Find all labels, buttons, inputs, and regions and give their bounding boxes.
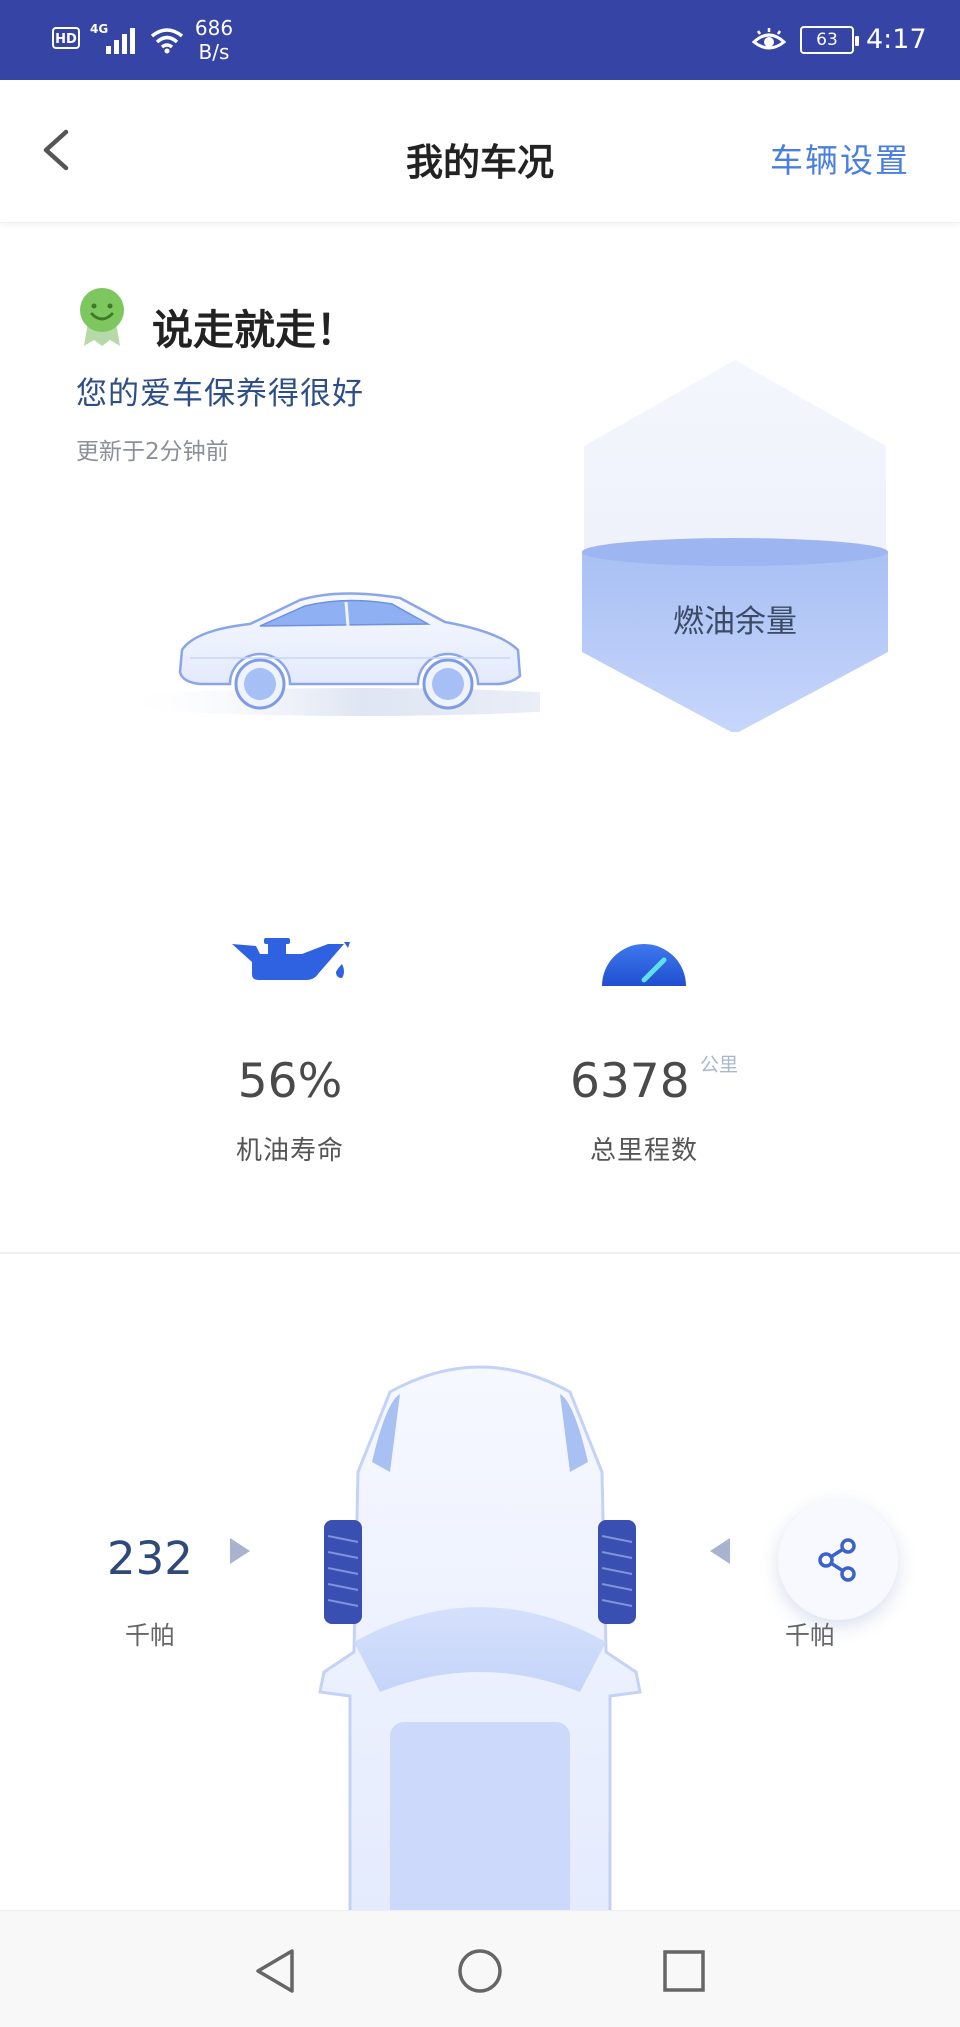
mileage-unit: 公里 [700, 1054, 739, 1076]
wifi-icon [150, 28, 184, 54]
front-right-tire-unit: 千帕 [784, 1621, 835, 1650]
update-time: 更新于2分钟前 [76, 439, 229, 465]
page-title: 我的车况 [406, 141, 554, 184]
front-left-tire-pressure: 232 [107, 1532, 193, 1585]
network-speed: 686 B/s [194, 16, 234, 64]
status-subtitle: 您的爱车保养得很好 [76, 376, 364, 412]
share-icon [818, 1538, 856, 1582]
share-button[interactable] [778, 1500, 898, 1620]
section-divider [0, 1252, 960, 1254]
car-side-illustration [110, 592, 540, 716]
nav-home-icon[interactable] [456, 1947, 504, 1995]
hd-indicator: HD [52, 27, 80, 49]
oil-life-value: 56% [237, 1054, 343, 1109]
clock: 4:17 [866, 24, 927, 55]
speedometer-icon [602, 944, 686, 986]
chevron-left-icon[interactable] [28, 120, 88, 180]
front-left-tire-unit: 千帕 [124, 1621, 175, 1650]
eye-comfort-icon [752, 28, 786, 50]
pointer-left-icon [710, 1538, 730, 1564]
vehicle-settings-button[interactable]: 车辆设置 [770, 134, 910, 182]
smile-badge-icon [80, 288, 124, 346]
total-mileage-label: 总里程数 [589, 1136, 698, 1166]
nav-back-icon[interactable] [252, 1947, 300, 1995]
nav-recent-apps-icon[interactable] [662, 1949, 706, 1993]
total-mileage-value: 6378 [570, 1054, 690, 1109]
signal-icon [106, 28, 135, 54]
status-bar: HD 4G 686 B/s 63 4:17 [0, 0, 960, 80]
app-header: 我的车况 车辆设置 [0, 80, 960, 223]
oil-can-icon [232, 938, 350, 980]
fuel-label: 燃油余量 [673, 604, 797, 640]
fuel-level-gauge [582, 360, 888, 732]
pointer-right-icon [230, 1538, 250, 1564]
system-nav-bar [0, 1910, 960, 2027]
status-heading: 说走就走！ [152, 306, 357, 354]
car-top-illustration [318, 1365, 642, 1912]
oil-life-label: 机油寿命 [235, 1136, 344, 1166]
battery-indicator: 63 [800, 26, 859, 54]
